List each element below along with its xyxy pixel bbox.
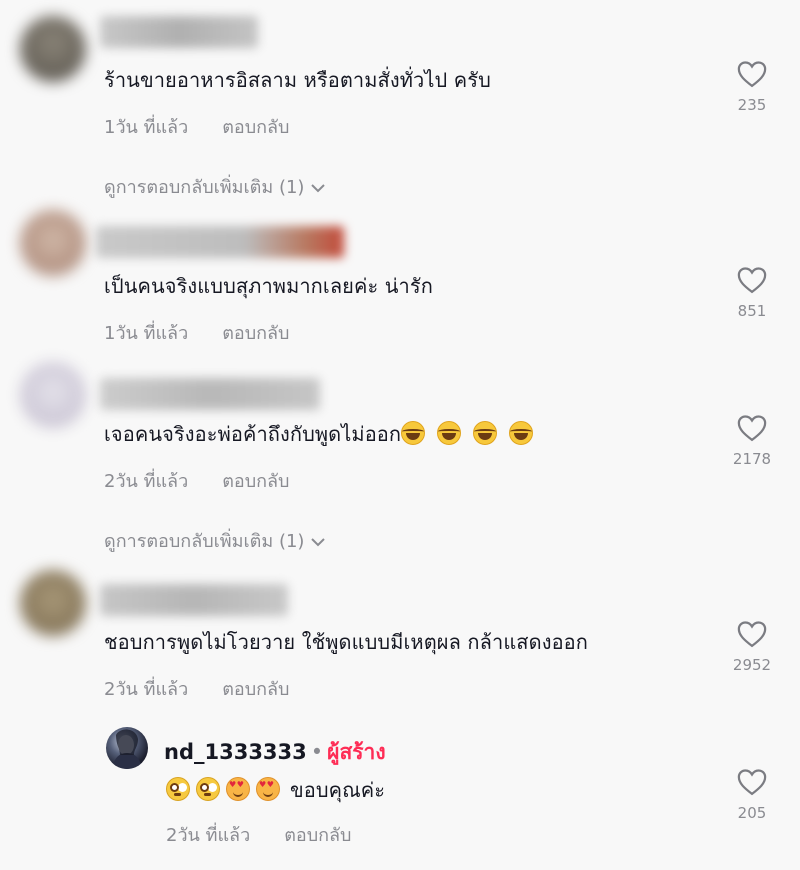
tears-of-joy-emoji [437, 421, 462, 445]
heart-outline-icon [737, 61, 767, 88]
tears-of-joy-emoji [509, 421, 534, 445]
like-button[interactable]: 205 [722, 768, 782, 822]
reply-text: ขอบคุณค่ะ [166, 774, 385, 806]
tears-of-joy-emoji [401, 421, 426, 445]
flushed-face-emoji [166, 777, 190, 801]
reply-button[interactable]: ตอบกลับ [222, 117, 289, 138]
reply-username[interactable]: nd_1333333 [164, 740, 307, 764]
like-button[interactable]: 2952 [722, 620, 782, 674]
comment-meta: 2วัน ที่แล้ว ตอบกลับ [104, 466, 289, 495]
comment-meta: 2วัน ที่แล้ว ตอบกลับ [104, 674, 289, 703]
view-more-replies[interactable]: ดูการตอบกลับเพิ่มเติม (1) [104, 172, 326, 201]
flushed-face-emoji [196, 777, 220, 801]
comment-text: ชอบการพูดไม่โวยวาย ใช้พูดแบบมีเหตุผล กล้… [104, 630, 589, 654]
comment-time: 1วัน ที่แล้ว [104, 117, 189, 138]
avatar[interactable] [106, 727, 148, 769]
like-button[interactable]: 2178 [722, 414, 782, 468]
view-more-replies[interactable]: ดูการตอบกลับเพิ่มเติม (1) [104, 526, 326, 555]
like-count: 205 [737, 804, 767, 822]
reply-button[interactable]: ตอบกลับ [222, 323, 289, 344]
creator-badge: ผู้สร้าง [327, 740, 386, 764]
reply-button[interactable]: ตอบกลับ [284, 825, 351, 846]
reply-text-content: ขอบคุณค่ะ [290, 778, 386, 802]
tears-of-joy-emoji [473, 421, 498, 445]
like-count: 235 [737, 96, 767, 114]
smiling-face-hearts-emoji [226, 777, 250, 801]
heart-outline-icon [737, 415, 767, 442]
avatar[interactable] [20, 16, 86, 82]
like-count: 2178 [732, 450, 772, 468]
like-count: 851 [737, 302, 767, 320]
avatar-image [112, 729, 142, 769]
reply-meta: 2วัน ที่แล้ว ตอบกลับ [166, 820, 351, 849]
chevron-down-icon [311, 538, 326, 547]
like-count: 2952 [732, 656, 772, 674]
reply-button[interactable]: ตอบกลับ [222, 679, 289, 700]
username[interactable] [100, 16, 258, 48]
view-more-label: ดูการตอบกลับเพิ่มเติม (1) [104, 531, 305, 552]
separator-dot: • [310, 740, 324, 764]
username[interactable] [100, 584, 288, 616]
heart-outline-icon [737, 267, 767, 294]
avatar[interactable] [20, 570, 86, 636]
chevron-down-icon [311, 184, 326, 193]
reply-time: 2วัน ที่แล้ว [166, 825, 251, 846]
comment-text: เป็นคนจริงแบบสุภาพมากเลยค่ะ น่ารัก [104, 274, 433, 298]
heart-outline-icon [737, 769, 767, 796]
comment-time: 2วัน ที่แล้ว [104, 471, 189, 492]
heart-outline-icon [737, 621, 767, 648]
username[interactable] [96, 226, 344, 258]
comment-time: 2วัน ที่แล้ว [104, 679, 189, 700]
comment-meta: 1วัน ที่แล้ว ตอบกลับ [104, 318, 289, 347]
like-button[interactable]: 851 [722, 266, 782, 320]
smiling-face-hearts-emoji [256, 777, 280, 801]
comment-text: ร้านขายอาหารอิสลาม หรือตามสั่งทั่วไป ครั… [104, 68, 491, 92]
comment-meta: 1วัน ที่แล้ว ตอบกลับ [104, 112, 289, 141]
comment-time: 1วัน ที่แล้ว [104, 323, 189, 344]
comment-text: เจอคนจริงอะพ่อค้าถึงกับพูดไม่ออก [104, 418, 539, 450]
avatar[interactable] [20, 362, 86, 428]
reply-button[interactable]: ตอบกลับ [222, 471, 289, 492]
view-more-label: ดูการตอบกลับเพิ่มเติม (1) [104, 177, 305, 198]
comment-text-content: เจอคนจริงอะพ่อค้าถึงกับพูดไม่ออก [104, 422, 402, 446]
avatar[interactable] [20, 210, 86, 276]
reply-username-line: nd_1333333 • ผู้สร้าง [164, 736, 386, 769]
like-button[interactable]: 235 [722, 60, 782, 114]
username[interactable] [100, 378, 320, 410]
